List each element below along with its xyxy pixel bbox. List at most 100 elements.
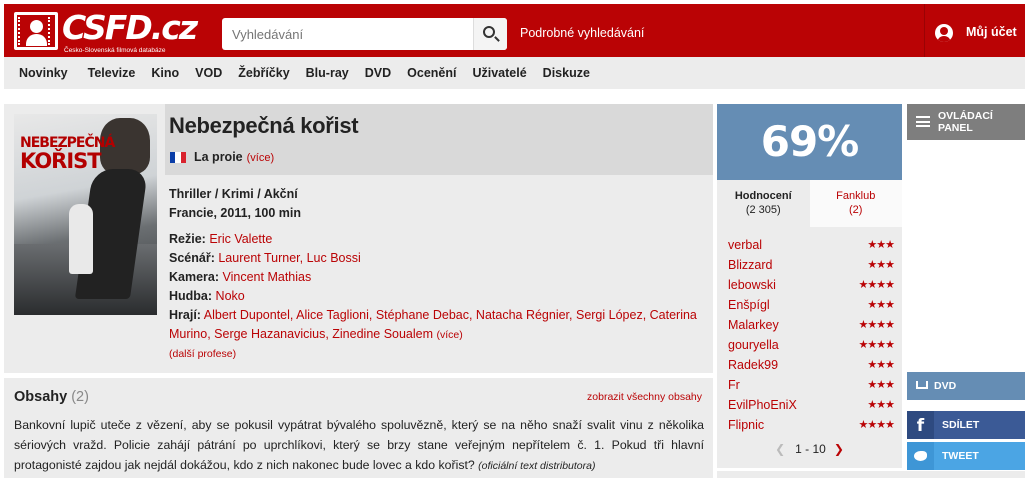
chevron-left-icon[interactable]: ❮ bbox=[775, 442, 785, 456]
film-box: NEBEZPEČNÁ KOŘIST Nebezpečná kořist La p… bbox=[4, 104, 713, 373]
search-button[interactable] bbox=[473, 18, 507, 50]
star-rating: ★★★ bbox=[867, 399, 895, 411]
title-bar: Nebezpečná kořist La proie (více) bbox=[165, 104, 713, 175]
credit-label: Scénář: bbox=[169, 251, 215, 265]
rater-name[interactable]: Flipnic bbox=[728, 418, 764, 432]
nav-item-zebricky[interactable]: Žebříčky bbox=[230, 57, 297, 89]
credit-writers: Scénář: Laurent Turner, Luc Bossi bbox=[169, 249, 709, 268]
chevron-right-icon[interactable]: ❯ bbox=[834, 442, 844, 456]
search-icon bbox=[483, 26, 495, 38]
plot-source: (oficiální text distributora) bbox=[478, 460, 596, 472]
star-rating: ★★★★ bbox=[858, 279, 895, 291]
origin: Francie, 2011, 100 min bbox=[169, 206, 302, 220]
credit-label: Režie: bbox=[169, 232, 206, 246]
rater-name[interactable]: lebowski bbox=[728, 278, 776, 292]
account-label: Můj účet bbox=[966, 25, 1017, 39]
tweet-button[interactable]: TWEET bbox=[907, 442, 1025, 470]
other-professions-link[interactable]: (další profese) bbox=[169, 348, 709, 360]
tab-label: Hodnocení bbox=[734, 190, 792, 202]
original-title-more-link[interactable]: (více) bbox=[247, 152, 275, 164]
rating-box: 69% Hodnocení (2 305) Fanklub (2) verbal… bbox=[717, 104, 902, 468]
credit-music: Hudba: Noko bbox=[169, 287, 709, 306]
list-item: Fr ★★★ bbox=[728, 375, 895, 395]
star-rating: ★★★ bbox=[867, 299, 895, 311]
credit-name[interactable]: Albert Dupontel, Alice Taglioni, Stéphan… bbox=[169, 308, 697, 341]
star-rating: ★★★ bbox=[867, 239, 895, 251]
control-panel-button[interactable]: OVLÁDACÍ PANEL bbox=[907, 104, 1025, 140]
logo-tagline: Česko-Slovenská filmová databáze bbox=[64, 47, 166, 54]
tweet-label: TWEET bbox=[942, 450, 979, 462]
page-title: Nebezpečná kořist bbox=[169, 113, 359, 138]
nav-item-oceneni[interactable]: Ocenění bbox=[399, 57, 464, 89]
nav-item-kino[interactable]: Kino bbox=[143, 57, 187, 89]
rater-name[interactable]: verbal bbox=[728, 238, 762, 252]
credit-name[interactable]: Vincent Mathias bbox=[223, 270, 312, 284]
poster-title-line2: KOŘIST bbox=[20, 149, 102, 173]
nav-item-bluray[interactable]: Blu-ray bbox=[298, 57, 357, 89]
plot-text: Bankovní lupič uteče z vězení, aby se po… bbox=[14, 415, 704, 476]
search-box bbox=[222, 18, 507, 50]
cast-more-link[interactable]: (více) bbox=[437, 329, 463, 341]
dvd-button[interactable]: DVD bbox=[907, 372, 1025, 400]
nav-item-diskuze[interactable]: Diskuze bbox=[535, 57, 598, 89]
plot-body: Bankovní lupič uteče z vězení, aby se po… bbox=[14, 418, 704, 472]
genres: Thriller / Krimi / Akční bbox=[169, 187, 298, 201]
credit-name[interactable]: Noko bbox=[216, 289, 245, 303]
csfd-logo[interactable]: CSFD.cz Česko-Slovenská filmová databáze bbox=[14, 8, 198, 54]
list-item: Radek99 ★★★ bbox=[728, 355, 895, 375]
divider bbox=[717, 471, 1029, 478]
plot-heading: Obsahy (2) bbox=[14, 389, 89, 405]
flag-stripe bbox=[180, 152, 186, 163]
star-rating: ★★★ bbox=[867, 259, 895, 271]
rater-name[interactable]: Radek99 bbox=[728, 358, 778, 372]
nav-item-novinky[interactable]: Novinky bbox=[4, 57, 76, 89]
credit-name[interactable]: Laurent Turner, Luc Bossi bbox=[218, 251, 360, 265]
top-bar: CSFD.cz Česko-Slovenská filmová databáze… bbox=[4, 4, 1025, 57]
pager-range: 1 - 10 bbox=[795, 442, 826, 456]
advanced-search-link[interactable]: Podrobné vyhledávání bbox=[520, 26, 644, 40]
rating-percent: 69% bbox=[717, 104, 902, 180]
facebook-icon: f bbox=[907, 411, 934, 439]
rater-list: verbal ★★★ Blizzard ★★★ lebowski ★★★★ Enšpí… bbox=[728, 235, 895, 435]
list-item: Blizzard ★★★ bbox=[728, 255, 895, 275]
rater-name[interactable]: Malarkey bbox=[728, 318, 779, 332]
search-input[interactable] bbox=[222, 18, 472, 50]
france-flag-icon bbox=[170, 152, 186, 163]
share-button[interactable]: f SDÍLET bbox=[907, 411, 1025, 439]
film-info: Thriller / Krimi / Akční Francie, 2011, … bbox=[169, 185, 709, 360]
tab-fanclub[interactable]: Fanklub (2) bbox=[809, 180, 902, 227]
twitter-icon bbox=[907, 442, 934, 470]
list-item: Flipnic ★★★★ bbox=[728, 415, 895, 435]
control-panel-label: OVLÁDACÍ PANEL bbox=[938, 110, 993, 134]
tab-label: Fanklub bbox=[836, 190, 876, 202]
share-label: SDÍLET bbox=[942, 419, 980, 431]
list-item: Enšpígl ★★★ bbox=[728, 295, 895, 315]
rater-name[interactable]: gouryella bbox=[728, 338, 779, 352]
list-item: EvilPhoEniX ★★★ bbox=[728, 395, 895, 415]
film-logo-icon bbox=[14, 12, 58, 50]
pager: ❮ 1 - 10 ❯ bbox=[717, 442, 902, 456]
logo-text: CSFD.cz bbox=[62, 8, 198, 47]
rater-name[interactable]: EvilPhoEniX bbox=[728, 398, 797, 412]
rater-name[interactable]: Blizzard bbox=[728, 258, 772, 272]
show-all-plots-link[interactable]: zobrazit všechny obsahy bbox=[587, 391, 702, 403]
rater-name[interactable]: Fr bbox=[728, 378, 740, 392]
credit-label: Hrají: bbox=[169, 308, 201, 322]
divider bbox=[1025, 0, 1029, 478]
film-poster[interactable]: NEBEZPEČNÁ KOŘIST bbox=[14, 114, 157, 315]
tab-ratings[interactable]: Hodnocení (2 305) bbox=[717, 180, 810, 227]
nav-item-uzivatele[interactable]: Uživatelé bbox=[464, 57, 534, 89]
nav-item-vod[interactable]: VOD bbox=[187, 57, 230, 89]
original-title: La proie (více) bbox=[194, 150, 274, 164]
credit-name[interactable]: Eric Valette bbox=[209, 232, 272, 246]
credit-label: Kamera: bbox=[169, 270, 220, 284]
rater-name[interactable]: Enšpígl bbox=[728, 298, 770, 312]
rating-tabs: Hodnocení (2 305) Fanklub (2) bbox=[717, 180, 902, 227]
nav-item-televize[interactable]: Televize bbox=[76, 57, 144, 89]
nav-item-dvd[interactable]: DVD bbox=[357, 57, 399, 89]
dvd-label: DVD bbox=[934, 380, 957, 392]
credit-cast: Hrají: Albert Dupontel, Alice Taglioni, … bbox=[169, 306, 709, 345]
cart-icon bbox=[916, 381, 928, 389]
account-button[interactable]: Můj účet bbox=[924, 4, 1025, 57]
menu-icon bbox=[916, 116, 930, 127]
